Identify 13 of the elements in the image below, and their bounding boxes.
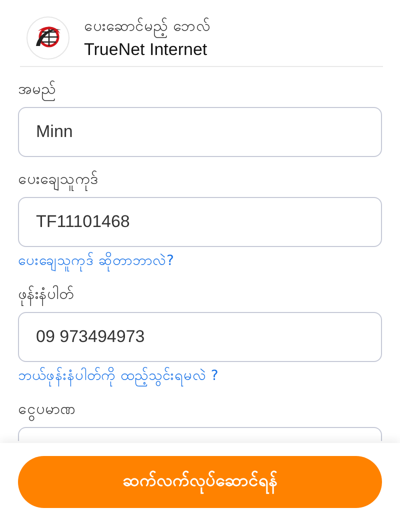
- field-label: ဖုန်းနံပါတ်: [18, 284, 382, 306]
- help-link[interactable]: ဘယ်ဖုန်းနံပါတ်ကို ထည့်သွင်းရမလဲ ?: [18, 366, 382, 387]
- biller-name: TrueNet Internet: [84, 40, 208, 60]
- input-field[interactable]: TF11101468: [18, 197, 382, 247]
- biller-caption: ပေးဆောင်မည့် ဘေလ်: [84, 16, 211, 38]
- input-field[interactable]: 09 973494973: [18, 312, 382, 362]
- help-link[interactable]: ပေးချေသူကုဒ် ဆိုတာဘာလဲ?: [18, 251, 382, 272]
- field-label: ပေးချေသူကုဒ်: [18, 169, 382, 191]
- field-label: အမည်: [18, 79, 382, 101]
- globe-logo-icon: [26, 16, 70, 60]
- input-field[interactable]: Minn: [18, 107, 382, 157]
- field-label: ငွေပမာဏ: [18, 399, 382, 421]
- input-field[interactable]: [18, 427, 382, 441]
